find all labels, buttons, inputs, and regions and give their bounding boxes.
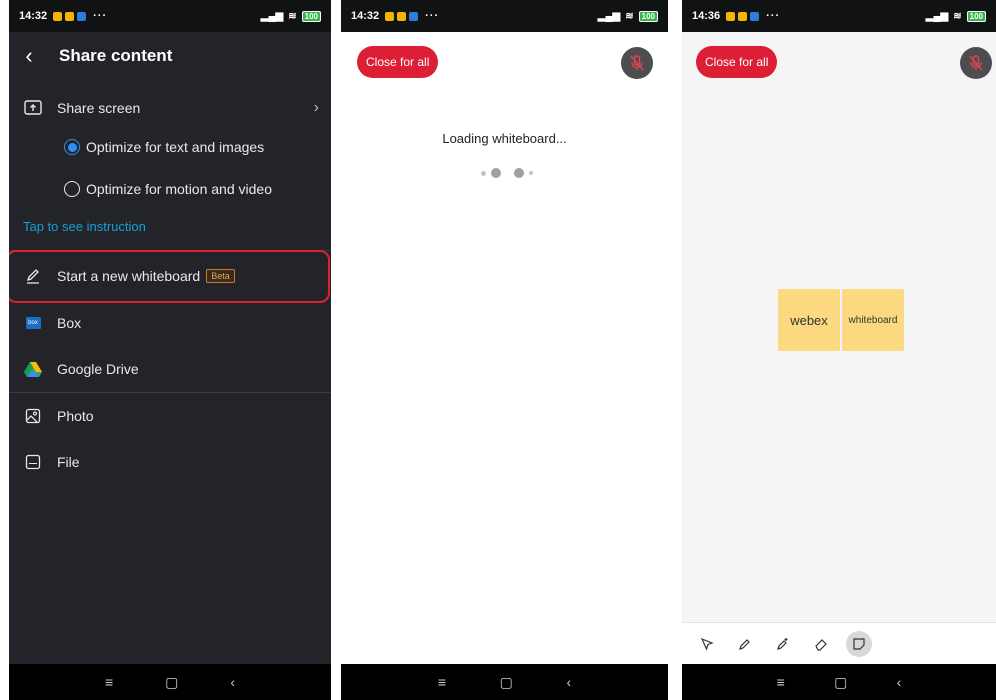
google-drive-icon [9, 361, 57, 377]
photo-item[interactable]: Photo [9, 404, 331, 428]
google-drive-label: Google Drive [57, 361, 139, 377]
file-label: File [57, 454, 80, 470]
status-time: 14:36 [692, 10, 721, 22]
system-nav-bar: ≡ ▢ ‹ [9, 664, 331, 700]
back-nav-icon[interactable]: ‹ [230, 674, 235, 690]
beta-badge: Beta [206, 269, 235, 283]
battery-icon: 100 [638, 10, 658, 22]
notification-icon [397, 11, 407, 21]
chevron-right-icon: › [313, 99, 319, 116]
share-screen-icon [9, 100, 57, 116]
optimize-text-label: Optimize for text and images [86, 139, 265, 155]
wifi-icon: ≋ [288, 10, 297, 22]
more-notifications-icon: ··· [766, 10, 781, 22]
loading-message: Loading whiteboard... [442, 131, 567, 146]
sticky-note[interactable]: webex [778, 289, 840, 351]
battery-icon: 100 [301, 10, 321, 22]
mic-muted-button[interactable] [960, 47, 992, 79]
whiteboard-toolbar [682, 622, 996, 664]
notification-icon [77, 11, 87, 21]
instruction-link[interactable]: Tap to see instruction [23, 219, 146, 234]
signal-icon: ▂▄▆ [925, 10, 949, 22]
home-icon[interactable]: ▢ [834, 674, 847, 691]
battery-icon: 100 [966, 10, 986, 22]
mic-muted-button[interactable] [621, 47, 653, 79]
share-screen-label: Share screen [57, 100, 141, 116]
menu-icon[interactable]: ≡ [438, 674, 446, 690]
google-drive-item[interactable]: Google Drive [9, 357, 331, 381]
sticky-note[interactable]: whiteboard [842, 289, 904, 351]
page-title: Share content [59, 46, 173, 65]
status-bar: 14:32 ··· ▂▄▆ ≋ 100 [9, 0, 331, 32]
back-nav-icon[interactable]: ‹ [567, 674, 572, 690]
box-icon: box [25, 317, 41, 329]
back-icon[interactable]: ‹ [9, 43, 49, 69]
signal-icon: ▂▄▆ [260, 10, 284, 22]
pencil-icon [9, 268, 57, 284]
photo-label: Photo [57, 408, 94, 424]
mic-off-icon [630, 55, 644, 71]
back-nav-icon[interactable]: ‹ [897, 674, 902, 690]
box-item[interactable]: box Box [9, 311, 331, 335]
home-icon[interactable]: ▢ [165, 674, 178, 691]
wifi-icon: ≋ [953, 10, 962, 22]
select-tool-icon[interactable] [694, 631, 720, 657]
wifi-icon: ≋ [625, 10, 634, 22]
menu-icon[interactable]: ≡ [777, 674, 785, 690]
notification-icon [409, 11, 419, 21]
more-notifications-icon: ··· [93, 10, 108, 22]
notification-icon [65, 11, 75, 21]
radio-selected-icon[interactable] [64, 139, 80, 155]
notification-icon [53, 11, 63, 21]
optimize-motion-option[interactable]: Optimize for motion and video [9, 177, 331, 201]
photo-icon [9, 408, 57, 424]
system-nav-bar: ≡ ▢ ‹ [682, 664, 996, 700]
divider [9, 250, 331, 251]
mic-off-icon [969, 55, 983, 71]
sticky-note-tool-icon[interactable] [846, 630, 872, 657]
notification-icon [738, 11, 748, 21]
loading-spinner [481, 168, 533, 178]
more-notifications-icon: ··· [425, 10, 440, 22]
status-bar: 14:32 ··· ▂▄▆ ≋ 100 [341, 0, 668, 32]
divider [9, 392, 331, 393]
signal-icon: ▂▄▆ [597, 10, 621, 22]
status-time: 14:32 [351, 10, 380, 22]
file-icon [9, 454, 57, 470]
loading-whiteboard-screen: 14:32 ··· ▂▄▆ ≋ 100 Close for all Loadin… [341, 0, 668, 700]
status-time: 14:32 [19, 10, 48, 22]
share-content-screen: 14:32 ··· ▂▄▆ ≋ 100 ‹ Share content Shar… [9, 0, 331, 700]
close-for-all-button[interactable]: Close for all [696, 46, 778, 78]
header: ‹ Share content [9, 36, 331, 76]
optimize-text-option[interactable]: Optimize for text and images [9, 135, 331, 159]
menu-icon[interactable]: ≡ [105, 674, 113, 690]
magic-pen-tool-icon[interactable] [770, 631, 796, 657]
file-item[interactable]: File [9, 450, 331, 474]
status-bar: 14:36 ··· ▂▄▆ ≋ 100 [682, 0, 996, 32]
system-nav-bar: ≡ ▢ ‹ [341, 664, 668, 700]
home-icon[interactable]: ▢ [500, 674, 513, 691]
share-screen-item[interactable]: Share screen › [9, 96, 331, 120]
whiteboard-screen: 14:36 ··· ▂▄▆ ≋ 100 Close for all webex … [682, 0, 996, 700]
notification-icon [385, 11, 395, 21]
close-for-all-button[interactable]: Close for all [357, 46, 439, 78]
optimize-motion-label: Optimize for motion and video [86, 181, 272, 197]
radio-unselected-icon[interactable] [64, 181, 80, 197]
box-label: Box [57, 315, 82, 331]
notification-icon [750, 11, 760, 21]
start-whiteboard-item[interactable]: Start a new whiteboard Beta [9, 263, 331, 289]
notification-icon [726, 11, 736, 21]
pen-tool-icon[interactable] [732, 631, 758, 657]
start-whiteboard-label: Start a new whiteboard [57, 268, 201, 284]
eraser-tool-icon[interactable] [808, 631, 834, 657]
